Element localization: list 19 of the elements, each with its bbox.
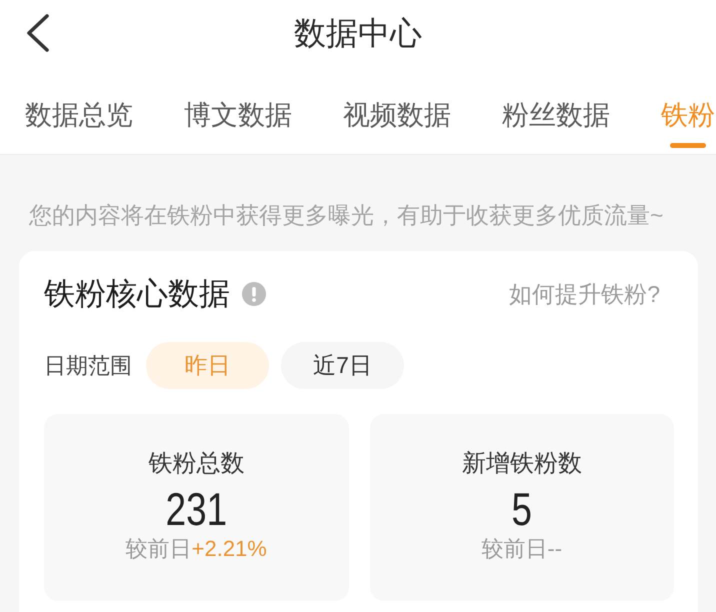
notice-text: 您的内容将在铁粉中获得更多曝光，有助于收获更多优质流量~ <box>29 201 664 230</box>
card-title: 铁粉核心数据 <box>44 275 230 313</box>
page-title: 数据中心 <box>294 14 422 53</box>
stat-value: 231 <box>166 486 227 532</box>
tab[interactable]: 视频数据 <box>343 98 451 148</box>
stat-value: 5 <box>512 486 532 532</box>
change-value: +2.21% <box>192 535 267 563</box>
tab[interactable]: 数据总览 <box>25 98 133 148</box>
change-value: -- <box>547 535 562 563</box>
tab[interactable]: 博文数据 <box>184 98 292 148</box>
back-icon <box>26 14 50 52</box>
comparison-label: 较前日 <box>481 535 548 563</box>
date-range-label: 日期范围 <box>44 352 132 380</box>
stat-label: 新增铁粉数 <box>462 449 582 479</box>
stat-label: 铁粉总数 <box>148 449 244 479</box>
back-button[interactable] <box>25 13 51 53</box>
comparison-label: 较前日 <box>126 535 192 563</box>
date-option[interactable]: 近7日 <box>281 342 404 389</box>
tab[interactable]: 粉丝数据 <box>502 98 610 148</box>
